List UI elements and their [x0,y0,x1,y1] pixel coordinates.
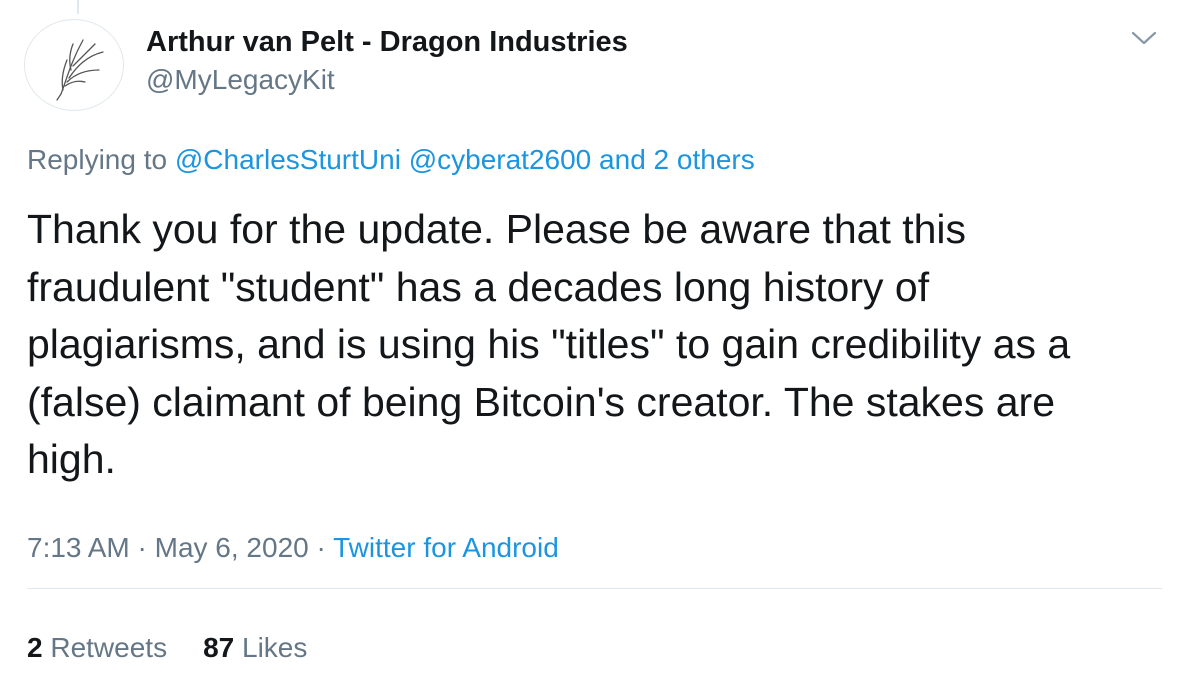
meta-separator: · [129,532,155,563]
chevron-down-icon [1131,31,1157,45]
meta-separator: · [308,532,334,563]
thread-connector-line [77,0,79,14]
tweet-meta: 7:13 AM · May 6, 2020 · Twitter for Andr… [27,530,559,566]
others-link[interactable]: and 2 others [599,144,755,175]
retweets-count: 2 [27,632,43,663]
mention-link[interactable]: @cyberat2600 [409,144,592,175]
avatar[interactable] [24,19,124,111]
retweets-label: Retweets [50,632,168,663]
tweet-stats: 2 Retweets 87 Likes [27,631,307,665]
author-display-name[interactable]: Arthur van Pelt - Dragon Industries [146,25,628,59]
tweet-date[interactable]: May 6, 2020 [155,532,309,563]
likes-count: 87 [203,632,235,663]
divider [27,588,1162,589]
retweets-stat[interactable]: 2 Retweets [27,631,167,665]
likes-label: Likes [242,632,308,663]
feather-logo-icon [56,39,104,101]
likes-stat[interactable]: 87 Likes [203,631,307,665]
mention-link[interactable]: @CharlesSturtUni [175,144,401,175]
tweet-text: Thank you for the update. Please be awar… [27,206,1071,483]
replying-to-line: Replying to @CharlesSturtUni @cyberat260… [27,143,755,177]
replying-to-label: Replying to [27,144,175,175]
author-handle[interactable]: @MyLegacyKit [146,64,335,96]
tweet-source-link[interactable]: Twitter for Android [333,532,559,563]
tweet-time[interactable]: 7:13 AM [27,532,130,563]
tweet-menu-button[interactable] [1130,28,1158,48]
